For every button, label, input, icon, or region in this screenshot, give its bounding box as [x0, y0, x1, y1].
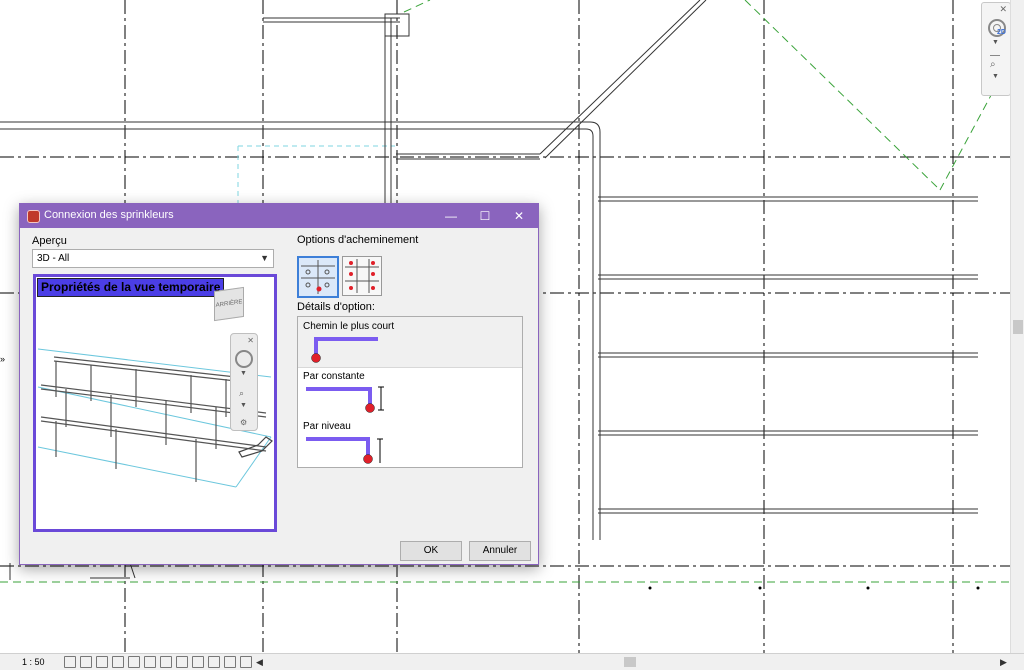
horizontal-scrollbar-thumb[interactable] [624, 657, 636, 667]
preview-label: Aperçu [32, 235, 67, 247]
crop-view-icon[interactable] [144, 656, 156, 668]
zoom-icon[interactable]: ⌕ [239, 388, 244, 399]
option-details-list: Chemin le plus court Par constante Par n… [297, 316, 523, 468]
temporary-hide-icon[interactable] [176, 656, 188, 668]
chevron-down-icon[interactable]: ▼ [992, 73, 999, 80]
close-icon[interactable]: ✕ [247, 336, 254, 345]
option-details-label: Détails d'option: [297, 301, 375, 313]
dialog-title: Connexion des sprinkleurs [44, 209, 174, 221]
routing-mode-shortest-button[interactable] [297, 256, 339, 298]
view-scale[interactable]: 1 : 50 [22, 654, 45, 670]
cancel-button[interactable]: Annuler [469, 541, 531, 561]
reveal-hidden-icon[interactable] [192, 656, 204, 668]
sprinkler-connection-dialog: Connexion des sprinkleurs — ☐ ✕ Aperçu 3… [19, 203, 539, 565]
show-crop-icon[interactable] [160, 656, 172, 668]
close-icon[interactable]: ✕ [999, 5, 1007, 14]
detail-level-icon[interactable] [64, 656, 76, 668]
constraints-icon[interactable] [240, 656, 252, 668]
divider [990, 55, 1000, 56]
chevron-down-icon[interactable]: ▼ [992, 39, 999, 46]
close-button[interactable]: ✕ [502, 204, 536, 228]
steering-wheel-icon[interactable] [235, 350, 253, 368]
ok-button[interactable]: OK [400, 541, 462, 561]
by-level-diagram [306, 437, 383, 464]
view-control-icons [64, 656, 252, 668]
svg-text:»: » [0, 354, 5, 364]
preview-view-title: Propriétés de la vue temporaire [37, 278, 225, 297]
viewcube-icon[interactable]: ARRIÈRE [214, 286, 244, 322]
preview-navigation-bar[interactable]: ✕ ▼ ⌕ ▼ ⚙ [230, 333, 258, 431]
option-by-constant[interactable]: Par constante [298, 367, 522, 417]
rendering-icon[interactable] [128, 656, 140, 668]
view-control-bar: 1 : 50 ◀ ▶ [0, 653, 1024, 670]
vertical-scrollbar[interactable] [1010, 0, 1024, 653]
chevron-down-icon[interactable]: ▼ [240, 402, 247, 409]
chevron-down-icon[interactable]: ▼ [240, 370, 247, 377]
option-shortest-path[interactable]: Chemin le plus court [298, 317, 522, 368]
routing-options-label: Options d'acheminement [297, 234, 419, 246]
shortest-path-diagram [311, 337, 378, 363]
routing-shortest-icon [301, 260, 335, 294]
scrollbar-thumb[interactable] [1013, 320, 1023, 334]
highlight-icon[interactable] [224, 656, 236, 668]
settings-icon[interactable]: ⚙ [240, 418, 247, 427]
sun-path-icon[interactable] [96, 656, 108, 668]
routing-mode-grid-button[interactable] [342, 256, 382, 296]
maximize-button[interactable]: ☐ [468, 204, 502, 228]
revit-app-icon [27, 210, 40, 223]
analytical-model-icon[interactable] [208, 656, 220, 668]
scroll-left-icon[interactable]: ◀ [256, 654, 263, 670]
scroll-right-icon[interactable]: ▶ [1000, 654, 1007, 670]
zoom-icon[interactable]: ⌕ [990, 59, 996, 70]
view-select[interactable]: 3D - All ▼ [32, 249, 274, 268]
by-constant-diagram [306, 386, 384, 413]
dialog-title-bar[interactable]: Connexion des sprinkleurs — ☐ ✕ [20, 204, 538, 228]
view-select-value: 3D - All [37, 253, 70, 264]
minimize-button[interactable]: — [434, 204, 468, 228]
visual-style-icon[interactable] [80, 656, 92, 668]
shadows-icon[interactable] [112, 656, 124, 668]
preview-viewport[interactable]: Propriétés de la vue temporaire ARRIÈRE … [33, 274, 277, 532]
routing-grid-icon [345, 259, 379, 293]
option-by-level[interactable]: Par niveau [298, 417, 522, 467]
2d-badge-icon: 2D [997, 29, 1006, 36]
navigation-bar[interactable]: ✕ 2D ▼ ⌕ ▼ [981, 2, 1011, 96]
chevron-down-icon: ▼ [260, 253, 269, 263]
